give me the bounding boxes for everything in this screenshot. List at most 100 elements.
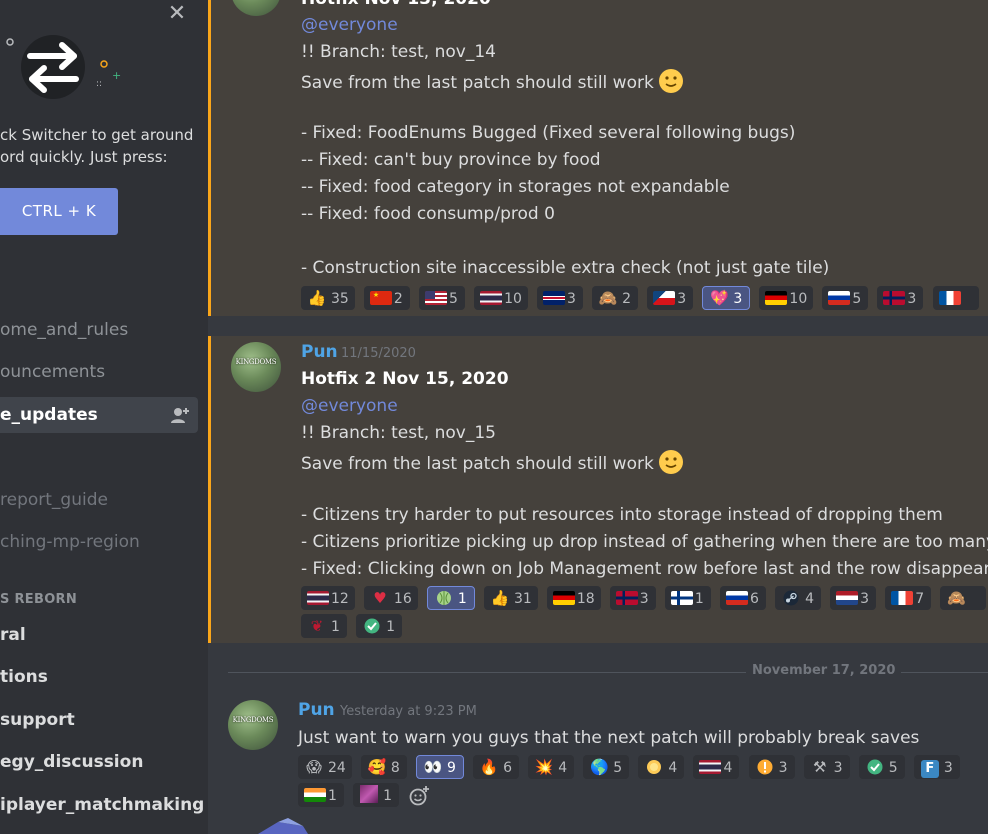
channel-item[interactable]: ching-mp-region	[0, 524, 198, 560]
channel-item[interactable]: ome_and_rules	[0, 312, 198, 348]
reaction-check[interactable]: 5	[858, 755, 905, 779]
reaction-thumbsup[interactable]: 👍 31	[483, 586, 538, 610]
message-text: Save from the last patch should still wo…	[301, 454, 654, 474]
channel-name: report_guide	[0, 490, 108, 510]
add-reaction-icon[interactable]	[408, 785, 430, 807]
reaction-scream[interactable]: 😱 24	[298, 755, 352, 779]
reaction-flag-th[interactable]: 12	[301, 586, 355, 610]
reaction-flag-de[interactable]: 18	[546, 586, 601, 610]
category-label[interactable]: S REBORN	[0, 592, 77, 607]
reaction-count: 5	[852, 291, 862, 307]
quick-switcher-icon: :: +	[6, 35, 121, 99]
reaction-count: 6	[503, 760, 513, 776]
reaction-smiling-hearts[interactable]: 🥰 8	[360, 755, 407, 779]
custom-pixel-emoji-icon	[359, 783, 379, 807]
channel-item[interactable]: support	[0, 702, 198, 738]
close-icon[interactable]: ✕	[166, 3, 188, 25]
reaction-flag-ru[interactable]: 6	[719, 586, 766, 610]
reaction-count: 3	[733, 291, 743, 307]
channel-item-active[interactable]: e_updates	[0, 397, 198, 433]
reaction-bar: 1 1	[298, 783, 430, 807]
message-timestamp: 11/15/2020	[341, 346, 416, 361]
reaction-custom-pixel[interactable]: 1	[353, 783, 400, 807]
reaction-melon[interactable]: 1	[426, 586, 475, 610]
flag-th-icon	[699, 755, 722, 779]
reaction-count: 1	[331, 619, 340, 635]
avatar[interactable]: KINGDOMS	[231, 0, 281, 16]
reaction-thumbsup[interactable]: 👍 35	[301, 286, 355, 310]
reaction-steam[interactable]: 4	[775, 586, 822, 610]
message-author[interactable]: Pun	[298, 700, 335, 720]
reaction-count: 5	[613, 760, 623, 776]
reaction-flag-fr[interactable]	[932, 286, 979, 310]
reaction-flag-cz[interactable]: 3	[647, 286, 694, 310]
avatar[interactable]: KINGDOMS	[231, 342, 281, 392]
reaction-anatomical-heart[interactable]: ❦ 1	[301, 614, 347, 638]
reaction-count: 3	[907, 291, 917, 307]
channel-item[interactable]: report_guide	[0, 482, 198, 518]
reaction-sparkling-heart[interactable]: 💖 3	[702, 286, 751, 310]
reaction-flag-us[interactable]: 5	[419, 286, 466, 310]
reaction-flag-nl[interactable]: 3	[830, 586, 877, 610]
channel-item[interactable]: ral	[0, 617, 198, 653]
reaction-fire[interactable]: 🔥 6	[473, 755, 520, 779]
flag-no-icon	[883, 286, 906, 310]
message-title: Hotfix Nov 13, 2020	[301, 0, 491, 10]
channel-item[interactable]: tions	[0, 659, 198, 695]
reaction-flag-no[interactable]: 3	[609, 586, 656, 610]
slight-smile-emoji-icon[interactable]	[658, 449, 684, 475]
channel-name: egy_discussion	[0, 752, 144, 772]
reaction-count: 18	[576, 591, 595, 607]
message-line: -- Fixed: food consump/prod 0	[301, 204, 555, 224]
reaction-count: 31	[513, 591, 532, 607]
channel-name: ral	[0, 625, 26, 645]
reaction-count: 3	[778, 760, 788, 776]
message-line: Save from the last patch should still wo…	[301, 68, 684, 94]
reaction-heart[interactable]: ♥ 16	[363, 586, 418, 610]
reaction-bar: 👍 35 ★ 2 5 10 3 🙈 2 3 💖 3 10 5 3	[301, 286, 983, 310]
reaction-flag-in[interactable]: 1	[298, 783, 344, 807]
flag-cz-icon	[653, 286, 676, 310]
anatomical-heart-emoji-icon: ❦	[310, 617, 324, 635]
reaction-flag-cn[interactable]: ★ 2	[363, 286, 410, 310]
reaction-see-no-evil[interactable]: 🙈 2	[592, 286, 639, 310]
mention-everyone[interactable]: @everyone	[301, 14, 398, 36]
avatar[interactable]: KINGDOMS	[228, 700, 278, 750]
reaction-count: 5	[888, 760, 898, 776]
reaction-earth[interactable]: 🌎 5	[583, 755, 630, 779]
reaction-count: 3	[833, 760, 843, 776]
flag-no-icon	[615, 586, 638, 610]
message-line: - Construction site inaccessible extra c…	[301, 258, 830, 278]
reaction-eyes[interactable]: 👀 9	[416, 755, 465, 779]
reaction-count: 16	[393, 591, 412, 607]
slight-smile-emoji-icon[interactable]	[658, 68, 684, 94]
reaction-count: 2	[393, 291, 403, 307]
reaction-yellow-circle[interactable]: 4	[638, 755, 685, 779]
reaction-flag-fr[interactable]: 7	[885, 586, 932, 610]
mention-everyone[interactable]: @everyone	[301, 395, 398, 417]
reaction-flag-gb[interactable]: 3	[537, 286, 584, 310]
channel-item[interactable]: iplayer_matchmaking	[0, 787, 204, 823]
message-line: !! Branch: test, nov_15	[301, 423, 496, 443]
invite-member-icon[interactable]	[170, 406, 190, 424]
reaction-letter-f[interactable]: F3	[913, 755, 960, 779]
quick-switcher-shortcut-button[interactable]: CTRL + K	[0, 188, 118, 235]
flag-ru-icon	[828, 286, 851, 310]
hammer-pick-emoji-icon: ⚒	[812, 758, 827, 776]
message-author[interactable]: Pun	[301, 342, 338, 362]
reaction-flag-de[interactable]: 10	[759, 286, 814, 310]
flag-cn-icon: ★	[369, 286, 392, 310]
reaction-flag-ru[interactable]: 5	[822, 286, 869, 310]
reaction-count: 10	[789, 291, 808, 307]
reaction-check[interactable]: 1	[356, 614, 403, 638]
reaction-flag-fi[interactable]: 1	[664, 586, 711, 610]
channel-item[interactable]: ouncements	[0, 354, 198, 390]
channel-item[interactable]: egy_discussion	[0, 744, 198, 780]
reaction-boom[interactable]: 💥 4	[528, 755, 575, 779]
reaction-see-no-evil[interactable]: 🙈	[940, 586, 987, 610]
reaction-hammer-pick[interactable]: ⚒ 3	[803, 755, 850, 779]
reaction-flag-th[interactable]: 10	[474, 286, 528, 310]
reaction-exclamation[interactable]: 3	[748, 755, 795, 779]
reaction-flag-th[interactable]: 4	[693, 755, 740, 779]
reaction-flag-no[interactable]: 3	[877, 286, 924, 310]
